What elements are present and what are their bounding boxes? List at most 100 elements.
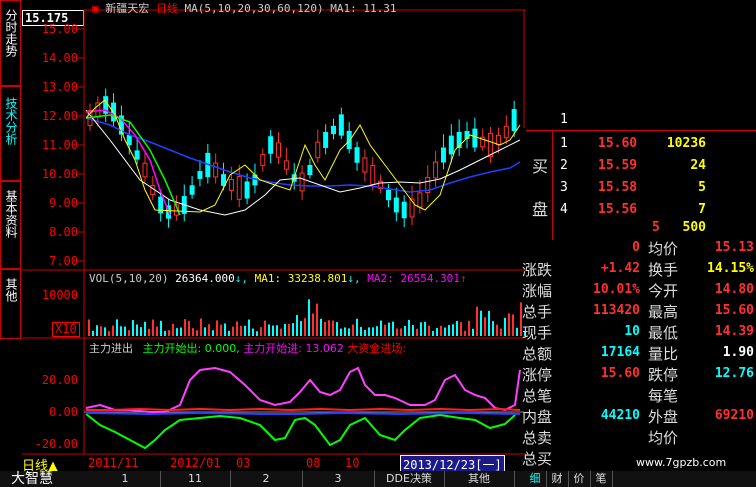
candle-body [511,109,517,131]
candle-body [393,197,399,213]
volume-bar [96,325,98,336]
volume-bar [100,326,102,336]
volume-bar [500,328,502,336]
volume-bar [228,330,230,336]
bottom-tab-price[interactable]: 价 [568,471,591,487]
order-book: 1 买 盘 1 15.60 10236 2 15.59 24 3 15.58 5… [526,106,756,240]
bottom-tab-detail[interactable]: 细 [524,471,547,487]
volume-bar [412,325,414,336]
volume-bar [132,320,134,336]
watermark: www.7gpzb.com [636,456,727,469]
volume-bar [440,325,442,336]
volume-bar [328,320,330,336]
flow-green-line [85,413,516,450]
candle-body [433,161,439,179]
quote-label: 换手 [648,261,679,279]
quote-value: 15.60 [600,366,640,381]
ma-params: MA(5,10,20,30,60,120) [184,2,324,15]
bottom-tab-trades[interactable]: 笔 [590,471,613,487]
volume-bar [92,330,94,336]
volume-bar [504,317,506,336]
volume-bar [452,324,454,336]
volume-bar [232,326,234,336]
volume-bar [276,325,278,336]
candle-body [448,135,454,155]
candle-body [362,157,368,173]
volume-bar [216,320,218,336]
volume-bar [416,328,418,336]
bottom-tab-dde[interactable]: DDE决策 [374,471,445,487]
volume-bar [284,324,286,336]
volume-bar [300,321,302,336]
candle-body [354,147,360,163]
bottom-tab-3[interactable]: 3 [302,471,375,487]
candle-body [283,160,289,170]
quote-label: 涨跌 [522,261,553,279]
volume-bar [488,310,490,336]
candle-body [134,150,140,160]
volume-bar [256,331,258,336]
candle-body [338,114,344,136]
order-top-index: 1 [560,112,568,127]
quote-value: 14.80 [714,282,754,297]
bottom-tab-2[interactable]: 2 [230,471,303,487]
ma5-line [85,99,521,213]
volume-bar [148,328,150,336]
app-brand: 大智慧 [11,471,53,487]
flow-red-line [86,407,521,412]
candle-body [488,132,494,158]
vol-title: VOL(5,10,20) [89,272,169,285]
ma30-line [85,114,181,216]
volume-bar [160,320,162,336]
stock-name: 新疆天宏 [105,2,150,15]
volume-bar [456,320,458,336]
volume-bar [176,328,178,336]
buy-side-label: 买 [532,157,549,176]
candle-body [260,154,266,166]
order-price: 15.58 [598,180,638,195]
quote-value: 15.60 [714,303,754,318]
quote-label: 今开 [648,282,679,300]
candle-body [323,132,329,148]
volume-header: VOL(5,10,20) 26364.000↓, MA1: 33238.801↓… [89,272,467,285]
volume-bar [396,328,398,336]
flow-out-value: 0.000, [204,342,240,355]
quote-label: 最低 [648,324,679,342]
volume-bar [340,328,342,336]
volume-bar [424,321,426,336]
volume-bar [124,326,126,336]
bottom-tab-finance[interactable]: 财 [546,471,569,487]
quote-label: 总手 [522,303,553,321]
volume-bar [112,325,114,336]
volume-bar [108,331,110,336]
flow-in-value: 13.062 [305,342,344,355]
volume-bar [372,327,374,336]
vol-unit-label[interactable]: X10 [52,322,80,337]
volume-bar [376,326,378,336]
bottom-tab-other[interactable]: 其他 [444,471,515,487]
quote-label: 均价 [648,240,679,258]
candle-body [197,171,203,179]
date-label: 08 [306,456,321,470]
bottom-tab-1[interactable]: 1 [90,471,161,487]
volume-bar [248,319,250,336]
quote-value: 113420 [593,303,640,318]
order-price: 15.59 [598,158,638,173]
bottom-tab-11[interactable]: 11 [160,471,231,487]
volume-bar [420,322,422,336]
candle-body [440,147,446,163]
date-axis: 日线▲ 2011/11 2012/01 03 08 10 2013/12/23[… [0,455,524,474]
volume-bar [180,327,182,336]
volume-bar [172,323,174,336]
candle-body [417,192,423,208]
volume-bar [484,317,486,336]
volume-bar [252,328,254,336]
quote-label: 每笔 [648,387,679,405]
volume-bar [384,324,386,336]
volume-bar [332,320,334,336]
volume-bar [336,322,338,336]
volume-bar [464,330,466,336]
volume-bar [448,325,450,336]
volume-bar [316,303,318,336]
candle-body [385,189,391,201]
